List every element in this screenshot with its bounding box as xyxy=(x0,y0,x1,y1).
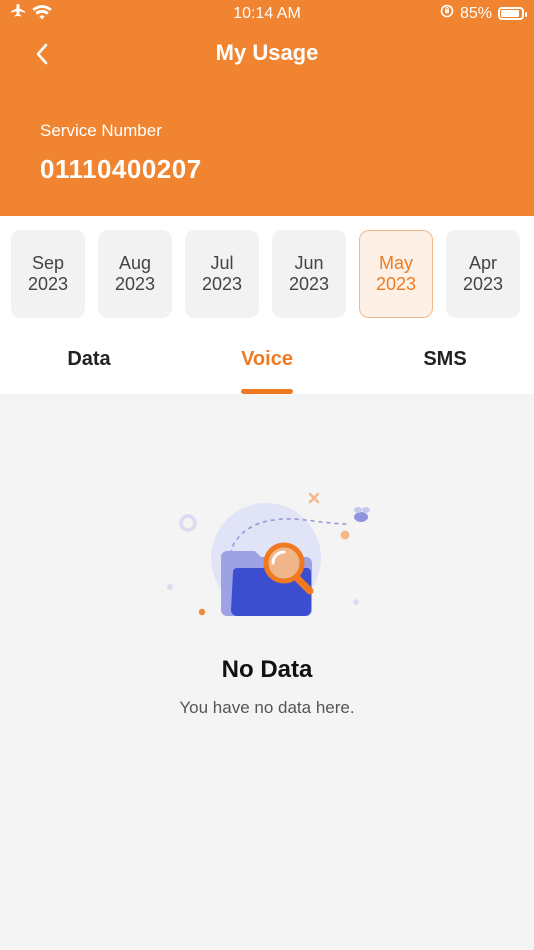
tab-voice[interactable]: Voice xyxy=(187,348,347,371)
empty-state-illustration xyxy=(167,492,370,616)
tab-sms[interactable]: SMS xyxy=(365,348,525,371)
status-bar: 10:14 AM 85% xyxy=(0,0,534,30)
month-name: May xyxy=(378,253,413,273)
battery-percent: 85% xyxy=(459,4,492,22)
month-chip-may-2023[interactable]: May 2023 xyxy=(359,230,433,318)
battery-icon xyxy=(498,7,527,20)
status-right: 85% xyxy=(440,4,527,23)
month-chip-apr-2023[interactable]: Apr 2023 xyxy=(446,230,520,318)
month-name: Jun xyxy=(294,253,324,273)
month-chip-aug-2023[interactable]: Aug 2023 xyxy=(98,230,172,318)
empty-state-title: No Data xyxy=(221,656,313,683)
month-year: 2023 xyxy=(375,274,417,294)
header: 10:14 AM 85% My Usage Service Number 011… xyxy=(0,0,534,216)
month-name: Jul xyxy=(210,253,234,273)
month-name: Aug xyxy=(118,253,152,273)
month-year: 2023 xyxy=(114,274,156,294)
month-chip-jun-2023[interactable]: Jun 2023 xyxy=(272,230,346,318)
month-selector: Sep 2023 Aug 2023 Jul 2023 Jun 2023 May … xyxy=(0,216,534,328)
month-chip-jul-2023[interactable]: Jul 2023 xyxy=(185,230,259,318)
month-year: 2023 xyxy=(27,274,69,294)
page-title: My Usage xyxy=(215,40,319,65)
month-year: 2023 xyxy=(462,274,504,294)
bee-icon xyxy=(354,507,370,522)
active-tab-indicator xyxy=(241,389,293,394)
tab-data[interactable]: Data xyxy=(9,348,169,371)
service-number-label: Service Number xyxy=(40,121,162,140)
usage-tabs: Data Voice SMS xyxy=(0,328,534,394)
orientation-lock-icon xyxy=(440,4,454,23)
month-name: Apr xyxy=(468,253,497,273)
month-year: 2023 xyxy=(288,274,330,294)
month-name: Sep xyxy=(31,253,65,273)
empty-state-subtitle: You have no data here. xyxy=(179,698,355,717)
service-number: 01110400207 xyxy=(40,154,202,184)
month-year: 2023 xyxy=(201,274,243,294)
month-chip-sep-2023[interactable]: Sep 2023 xyxy=(11,230,85,318)
